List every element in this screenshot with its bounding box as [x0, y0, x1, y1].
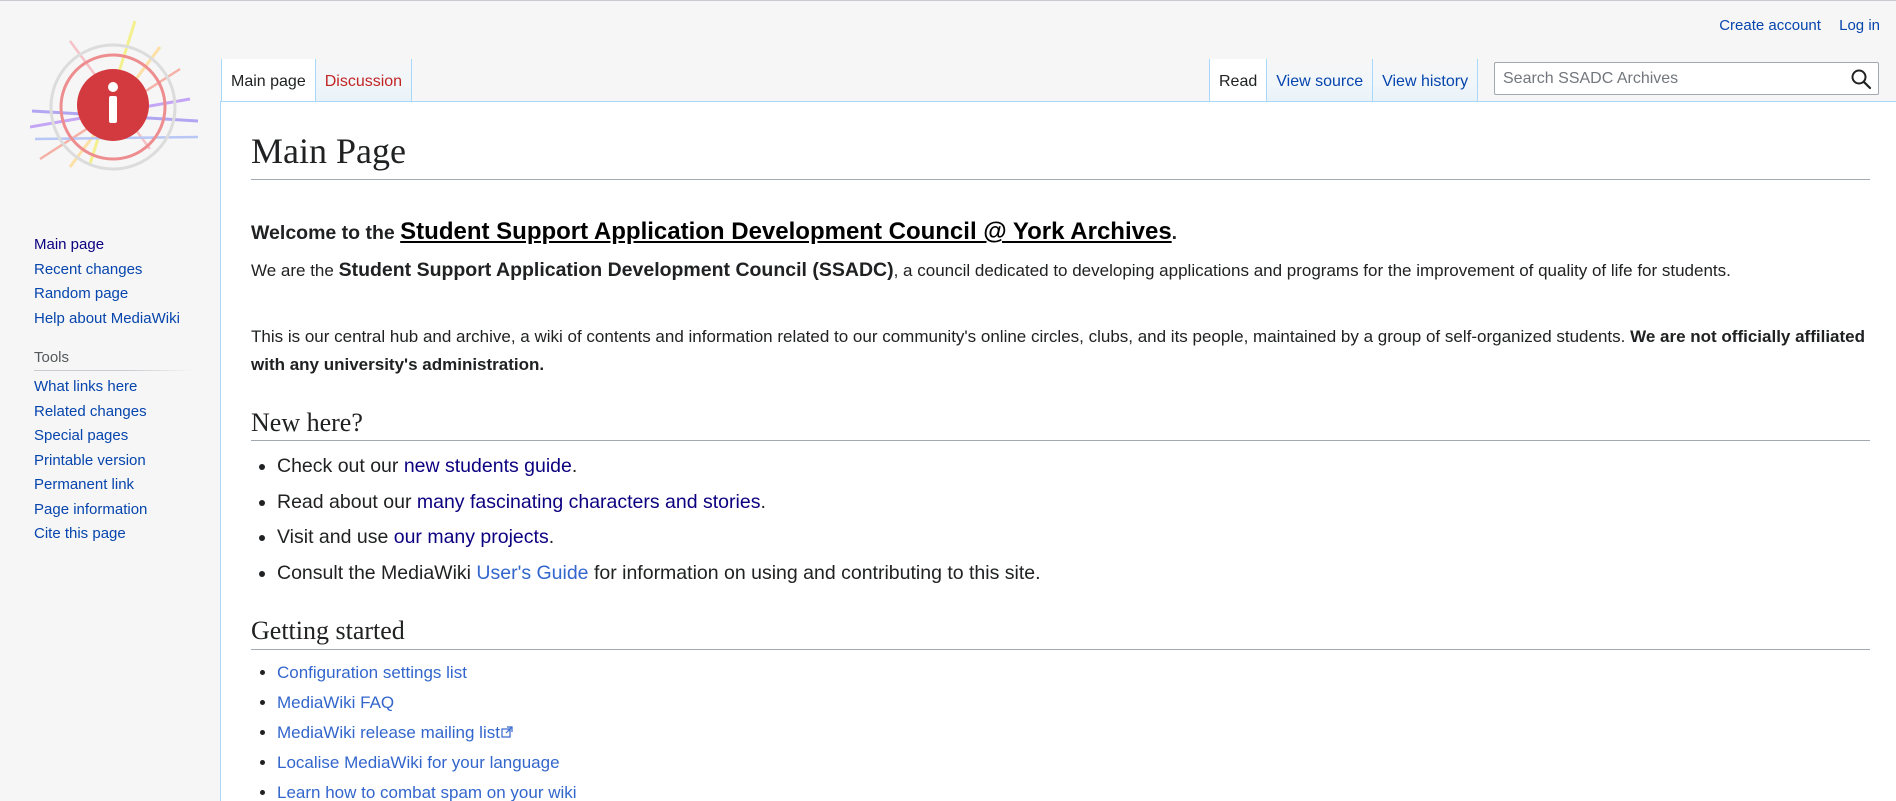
characters-stories-link[interactable]: many fascinating characters and stories: [417, 491, 761, 513]
sidebar-item-cite-this-page[interactable]: Cite this page: [34, 525, 126, 542]
sidebar-item-what-links-here[interactable]: What links here: [34, 378, 137, 395]
tab-read[interactable]: Read: [1209, 59, 1267, 102]
new-here-heading: New here?: [251, 407, 1870, 442]
sidebar-navigation: Main page Recent changes Random page Hel…: [34, 235, 194, 333]
page-title: Main Page: [251, 122, 1870, 181]
intro-name: Student Support Application Development …: [338, 259, 894, 282]
tab-discussion[interactable]: Discussion: [314, 59, 413, 102]
create-account-link[interactable]: Create account: [1719, 17, 1821, 34]
sidebar-item-recent-changes[interactable]: Recent changes: [34, 261, 142, 278]
list-item: Consult the MediaWiki User's Guide for i…: [277, 556, 1870, 592]
intro-prefix: We are the: [251, 261, 339, 281]
mediawiki-faq-link[interactable]: MediaWiki FAQ: [277, 693, 394, 712]
logo-icon: [29, 20, 199, 171]
item-text: Read about our: [277, 490, 417, 513]
welcome-site-name: Student Support Application Development …: [400, 218, 1172, 246]
hub-paragraph: This is our central hub and archive, a w…: [251, 323, 1870, 379]
personal-tools: Create account Log in: [1705, 17, 1880, 34]
item-text: .: [548, 526, 555, 549]
main-content: Main Page Welcome to the Student Support…: [220, 101, 1896, 801]
intro-suffix: , a council dedicated to developing appl…: [893, 261, 1731, 281]
getting-started-heading: Getting started: [251, 615, 1870, 650]
item-text: .: [571, 455, 578, 478]
sidebar-item-help[interactable]: Help about MediaWiki: [34, 310, 180, 327]
sidebar-item-main-page[interactable]: Main page: [34, 236, 104, 253]
item-text: Visit and use: [277, 526, 394, 549]
tab-view-history-label[interactable]: View history: [1382, 73, 1468, 90]
new-here-list: Check out our new students guide. Read a…: [251, 449, 1870, 591]
tab-view-history[interactable]: View history: [1372, 59, 1479, 102]
welcome-prefix: Welcome to the: [251, 222, 401, 245]
item-text: Check out our: [277, 455, 404, 478]
intro-paragraph: We are the Student Support Application D…: [251, 256, 1870, 285]
tab-discussion-label[interactable]: Discussion: [325, 73, 402, 90]
external-link-icon: [501, 718, 513, 738]
sidebar: Main page Recent changes Random page Hel…: [34, 235, 194, 549]
tab-main-page[interactable]: Main page: [221, 59, 315, 102]
tab-main-page-label[interactable]: Main page: [231, 73, 306, 90]
localise-link[interactable]: Localise MediaWiki for your language: [277, 753, 560, 772]
sidebar-item-page-information[interactable]: Page information: [34, 501, 147, 518]
list-item: Visit and use our many projects.: [277, 520, 1870, 556]
site-logo[interactable]: [29, 19, 199, 174]
log-in-link[interactable]: Log in: [1839, 17, 1880, 34]
list-item: Configuration settings list: [277, 658, 1870, 688]
tab-view-source-label[interactable]: View source: [1276, 73, 1363, 90]
projects-link[interactable]: our many projects: [394, 526, 549, 548]
list-item: MediaWiki FAQ: [277, 688, 1870, 718]
welcome-suffix: .: [1171, 222, 1178, 245]
getting-started-list: Configuration settings list MediaWiki FA…: [251, 658, 1870, 801]
item-text: for information on using and contributin…: [588, 561, 1041, 584]
list-item: Read about our many fascinating characte…: [277, 485, 1870, 521]
list-item: Check out our new students guide.: [277, 449, 1870, 485]
view-tabs: Read View source View history: [1209, 59, 1479, 102]
search-input[interactable]: [1495, 63, 1825, 94]
sidebar-tools-heading: Tools: [34, 349, 192, 371]
sidebar-item-printable-version[interactable]: Printable version: [34, 452, 146, 469]
sidebar-item-permanent-link[interactable]: Permanent link: [34, 476, 134, 493]
list-item: Learn how to combat spam on your wiki: [277, 778, 1870, 801]
tab-read-label[interactable]: Read: [1219, 73, 1257, 90]
list-item: Localise MediaWiki for your language: [277, 748, 1870, 778]
hub-text: This is our central hub and archive, a w…: [251, 327, 1631, 347]
namespace-tabs: Main page Discussion: [221, 59, 413, 102]
release-mailing-list-link[interactable]: MediaWiki release mailing list: [277, 723, 500, 742]
item-text: Consult the MediaWiki: [277, 561, 477, 584]
combat-spam-link[interactable]: Learn how to combat spam on your wiki: [277, 783, 577, 801]
users-guide-link[interactable]: User's Guide: [476, 562, 588, 584]
page: Create account Log in Main page Discussi…: [0, 0, 1896, 801]
sidebar-tools: What links here Related changes Special …: [34, 377, 194, 549]
item-text: .: [760, 490, 766, 513]
tab-view-source[interactable]: View source: [1266, 59, 1373, 102]
search-box: [1494, 62, 1879, 95]
config-settings-link[interactable]: Configuration settings list: [277, 663, 467, 682]
new-students-guide-link[interactable]: new students guide: [404, 455, 572, 477]
welcome-line: Welcome to the Student Support Applicati…: [251, 218, 1870, 246]
sidebar-item-special-pages[interactable]: Special pages: [34, 427, 128, 444]
sidebar-item-random-page[interactable]: Random page: [34, 285, 128, 302]
search-icon[interactable]: [1850, 68, 1872, 90]
list-item: MediaWiki release mailing list: [277, 718, 1870, 748]
sidebar-item-related-changes[interactable]: Related changes: [34, 403, 147, 420]
